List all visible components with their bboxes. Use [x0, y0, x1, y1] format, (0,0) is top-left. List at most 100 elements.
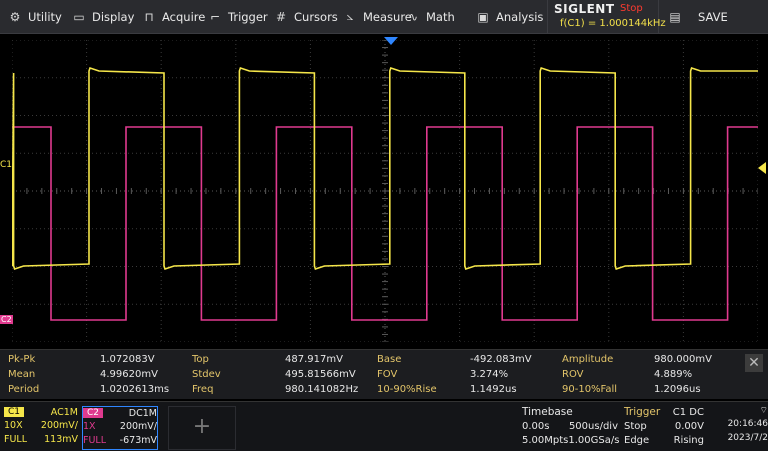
measure-name: Period [8, 384, 40, 395]
menu-cursors[interactable]: # Cursors [274, 0, 338, 33]
menu-utility[interactable]: ⚙ Utility [8, 0, 62, 33]
close-icon: ✕ [748, 355, 760, 371]
menu-analysis[interactable]: ▣ Analysis [476, 0, 543, 33]
timebase-scale: 500us/div [568, 420, 618, 432]
clock-time: 20:16:46 [727, 419, 768, 429]
sample-rate: 1.00GSa/s [568, 434, 620, 446]
trigger-panel[interactable]: Trigger C1 DC Stop 0.00V Edge Rising [624, 405, 704, 447]
ch2-offset-marker[interactable]: C2 [0, 315, 13, 324]
menu-measure[interactable]: ⦣ Measure [343, 0, 412, 33]
measure-name: FOV [377, 369, 398, 380]
clock-date: 2023/7/2 [727, 433, 768, 443]
menu-math-label: Math [426, 9, 455, 24]
measurement-panel: Pk-Pk 1.072083V Top 487.917mV Base -492.… [0, 349, 768, 399]
timebase-delay: 0.00s [522, 420, 550, 432]
menu-acquire-label: Acquire [162, 9, 206, 24]
menu-math[interactable]: ∿ Math [406, 0, 455, 33]
cursors-icon: # [275, 9, 287, 24]
measure-value: 1.0202613ms [100, 384, 170, 395]
ch1-coupling: AC1M [50, 406, 78, 418]
menu-analysis-label: Analysis [496, 9, 544, 24]
menu-trigger[interactable]: ⌐ Trigger [208, 0, 268, 33]
status-bar: C1 AC1M 10X 200mV/ FULL 113mV C2 DC1M 1X… [0, 401, 768, 451]
measure-name: ROV [562, 369, 584, 380]
ch1-scale: 200mV/ [40, 419, 78, 431]
trigger-title: Trigger [624, 406, 661, 418]
plus-icon: + [192, 414, 212, 439]
trigger-source: C1 DC [672, 406, 704, 418]
trigger-position-marker[interactable] [384, 37, 398, 45]
measure-value: 4.99620mV [100, 369, 158, 380]
wifi-icon: ⌔ [759, 406, 768, 416]
timebase-title: Timebase [522, 406, 573, 418]
ch2-scale: 200mV/ [119, 420, 157, 432]
save-icon: ▤ [669, 9, 681, 24]
ch2-tag: C2 [83, 408, 104, 418]
measure-name: Pk-Pk [8, 354, 36, 365]
run-state-indicator[interactable]: Stop [620, 3, 643, 14]
menu-cursors-label: Cursors [294, 9, 338, 24]
ch2-settings[interactable]: C2 DC1M 1X 200mV/ FULL -673mV [82, 406, 158, 450]
ch1-offset: 113mV [44, 433, 78, 445]
ch1-bandwidth: FULL [4, 433, 28, 445]
graticule [12, 40, 758, 342]
save-button[interactable]: ▤ SAVE [668, 0, 728, 33]
measure-value: 487.917mV [285, 354, 343, 365]
menu-display-label: Display [92, 9, 135, 24]
trigger-icon: ⌐ [209, 9, 221, 24]
ch2-waveform [12, 126, 758, 321]
close-measurements-button[interactable]: ✕ [745, 354, 763, 372]
math-icon: ∿ [407, 9, 419, 24]
measure-name: 10-90%Rise [377, 384, 437, 395]
acquire-icon: ⊓ [144, 9, 154, 24]
ch1-offset-marker[interactable]: C1 [0, 160, 13, 170]
measure-name: Amplitude [562, 354, 614, 365]
ch2-probe: 1X [83, 420, 96, 432]
gear-icon: ⚙ [9, 9, 21, 24]
ch2-offset: -673mV [119, 434, 157, 446]
measure-value: 1.2096us [654, 384, 701, 395]
ch1-probe: 10X [4, 419, 23, 431]
waveform-display[interactable] [12, 40, 758, 342]
save-label: SAVE [698, 9, 728, 24]
measure-icon: ⦣ [346, 9, 354, 23]
measure-name: Stdev [192, 369, 221, 380]
measure-value: 1.072083V [100, 354, 155, 365]
measure-name: Freq [192, 384, 214, 395]
memory-depth: 5.00Mpts [522, 434, 569, 446]
ch1-tag: C1 [4, 407, 25, 417]
ch2-bandwidth: FULL [83, 434, 107, 446]
status-box: SIGLENT Stop f(C1) = 1.000144kHz [547, 0, 666, 33]
measure-name: Top [192, 354, 209, 365]
measure-value: 980.000mV [654, 354, 712, 365]
trigger-level: 0.00V [674, 420, 704, 432]
measure-name: Base [377, 354, 402, 365]
measure-value: 495.81566mV [285, 369, 356, 380]
trigger-level-marker[interactable] [758, 162, 766, 174]
frequency-counter-readout: f(C1) = 1.000144kHz [560, 18, 666, 29]
measure-value: 3.274% [470, 369, 509, 380]
menu-trigger-label: Trigger [228, 9, 268, 24]
center-ticks [12, 40, 758, 342]
measure-value: 980.141082Hz [285, 384, 359, 395]
timebase-panel[interactable]: Timebase 0.00s 500us/div 5.00Mpts 1.00GS… [522, 405, 620, 447]
measure-name: 90-10%Fall [562, 384, 618, 395]
trigger-mode: Stop [624, 420, 647, 432]
measure-name: Mean [8, 369, 36, 380]
trigger-type: Edge [624, 434, 650, 446]
trigger-slope: Rising [673, 434, 704, 446]
menu-utility-label: Utility [28, 9, 62, 24]
add-channel-button[interactable]: + [168, 406, 236, 450]
menu-display[interactable]: ▭ Display [72, 0, 134, 33]
monitor-icon: ▭ [73, 9, 85, 24]
ch1-settings[interactable]: C1 AC1M 10X 200mV/ FULL 113mV [4, 406, 78, 448]
brand-logo: SIGLENT [554, 2, 615, 16]
ch2-coupling: DC1M [128, 407, 157, 419]
menu-acquire[interactable]: ⊓ Acquire [142, 0, 205, 33]
menu-measure-label: Measure [363, 9, 412, 24]
menu-bar: ⚙ Utility ▭ Display ⊓ Acquire ⌐ Trigger … [0, 0, 768, 34]
measure-value: -492.083mV [470, 354, 532, 365]
measure-value: 1.1492us [470, 384, 517, 395]
clock: ⌔ 20:16:46 2023/7/2 [716, 405, 768, 451]
analysis-icon: ▣ [477, 9, 489, 24]
